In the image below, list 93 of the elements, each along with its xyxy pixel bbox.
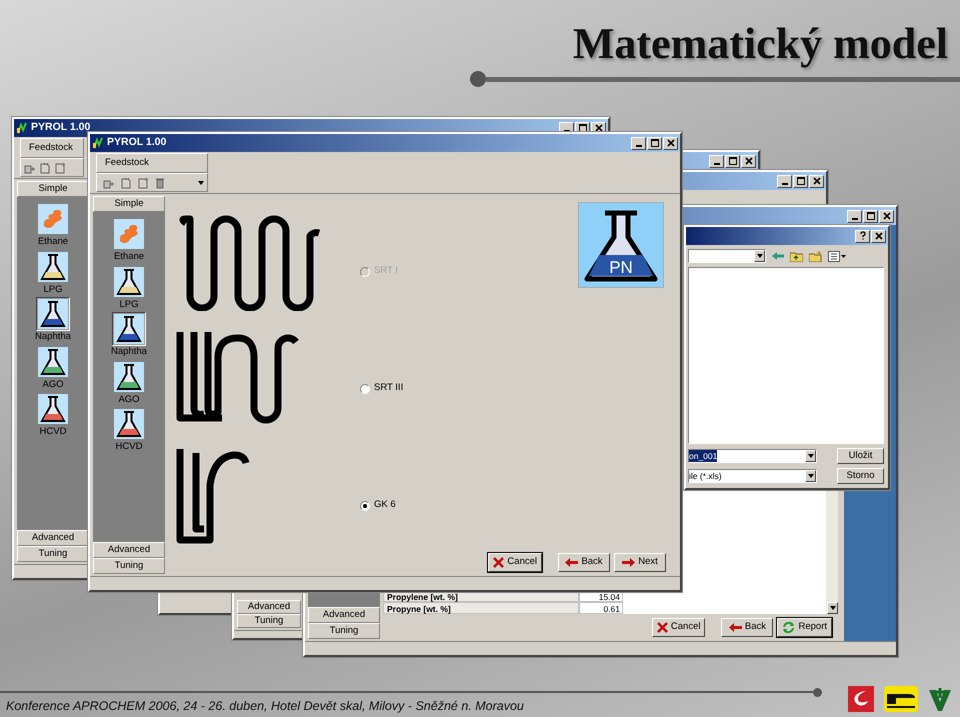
new-folder-icon[interactable]	[809, 250, 822, 262]
arrow-right-icon	[622, 558, 636, 567]
caret-icon[interactable]	[808, 454, 814, 458]
app-icon	[92, 137, 104, 149]
feedstock-label: Naphtha	[111, 347, 147, 356]
v-logo	[928, 686, 952, 712]
caret-icon[interactable]	[808, 474, 814, 478]
caret-icon[interactable]	[756, 254, 762, 258]
folder-up-icon[interactable]	[790, 250, 803, 262]
dialog-button[interactable]: Storno	[837, 468, 884, 484]
action-button[interactable]: Back	[721, 618, 774, 637]
cancel-icon	[493, 557, 504, 568]
document-icon[interactable]	[39, 162, 51, 174]
maximize-button[interactable]	[793, 174, 808, 188]
feedstock-tab[interactable]: Feedstock	[20, 138, 84, 158]
minimize-button[interactable]	[709, 154, 724, 168]
feedstock-label: Ethane	[38, 237, 68, 246]
sidebar-tab[interactable]: Advanced	[308, 607, 380, 623]
sidebar-tab[interactable]: Advanced	[237, 600, 301, 614]
close-button[interactable]	[809, 174, 824, 188]
maximize-icon	[578, 123, 588, 133]
close-button[interactable]	[663, 136, 678, 150]
trash-icon[interactable]	[154, 176, 166, 188]
feedstock-label: Ethane	[114, 252, 144, 262]
coil-radio[interactable]: GK 6	[360, 498, 396, 513]
minimize-button[interactable]	[777, 174, 792, 188]
close-icon	[882, 211, 892, 221]
minimize-button[interactable]	[847, 210, 862, 222]
feedstock-label: AGO	[42, 380, 64, 389]
feedstock-tab[interactable]: Feedstock	[96, 153, 208, 173]
action-button[interactable]: Back	[558, 553, 610, 572]
minimize-icon	[782, 183, 788, 185]
caret-icon[interactable]	[198, 180, 204, 184]
dialog-button[interactable]: Uložit	[837, 448, 884, 464]
close-icon	[874, 231, 884, 241]
sidebar-tab[interactable]: Tuning	[308, 623, 380, 639]
minimize-icon	[714, 163, 720, 165]
maximize-button[interactable]	[863, 210, 878, 222]
action-button[interactable]: Report	[777, 618, 832, 637]
swoosh-logo	[848, 686, 874, 712]
close-icon	[812, 176, 822, 186]
minimize-icon	[852, 218, 858, 220]
maximize-icon	[650, 138, 660, 148]
maximize-icon	[866, 211, 876, 221]
cancel-icon	[656, 622, 668, 633]
close-button[interactable]	[871, 230, 886, 242]
slide-title: Matematický model	[572, 22, 949, 66]
feedstock-label: AGO	[118, 394, 140, 404]
feedstock-label: HCVD	[40, 427, 66, 436]
action-button[interactable]: Cancel	[488, 553, 542, 572]
feedstock-label: LPG	[119, 300, 138, 309]
coil-radio[interactable]: SRT III	[360, 381, 404, 396]
caret-icon[interactable]	[830, 606, 836, 610]
arrow-left-icon	[728, 623, 742, 632]
table-cell: 0.61	[579, 602, 623, 614]
app-icon	[16, 122, 28, 134]
maximize-icon	[728, 156, 738, 166]
help-button[interactable]	[855, 230, 870, 242]
action-button[interactable]: Cancel	[652, 618, 706, 637]
feedstock-label: Naphtha	[35, 332, 71, 342]
sidebar-tab[interactable]: Simple	[93, 196, 165, 212]
input-field[interactable]: ile (*.xls)	[688, 469, 817, 483]
document-icon[interactable]	[54, 162, 66, 174]
folder-dropdown[interactable]	[688, 249, 766, 263]
document-icon[interactable]	[137, 176, 149, 188]
document-icon[interactable]	[120, 176, 132, 188]
feedstock-label: HCVD	[116, 442, 142, 452]
table-cell: Propyne [wt. %]	[383, 602, 579, 614]
sidebar-tab[interactable]: Tuning	[93, 558, 165, 574]
maximize-icon	[796, 176, 806, 186]
close-icon	[744, 156, 754, 166]
close-button[interactable]	[879, 210, 894, 222]
view-menu-icon[interactable]	[828, 250, 846, 262]
maximize-button[interactable]	[725, 154, 740, 168]
feedstock-label: LPG	[43, 284, 62, 294]
pointer-logo	[884, 686, 918, 712]
window-title: PYROL 1.00	[107, 135, 166, 150]
close-icon	[666, 138, 676, 148]
minimize-icon	[636, 145, 642, 147]
maximize-button[interactable]	[647, 136, 662, 150]
window-title: PYROL 1.00	[31, 120, 90, 136]
sidebar-tab[interactable]: Advanced	[93, 542, 165, 558]
footer-text: Konference APROCHEM 2006, 24 - 26. duben, Hotel Devět skal, Milovy - Sněžné n. Moravou	[5, 699, 525, 714]
action-button[interactable]: Next	[614, 553, 666, 572]
arrow-left-icon	[565, 558, 578, 567]
flask-label: PN	[609, 258, 633, 277]
sidebar-tab[interactable]: Tuning	[237, 614, 301, 628]
close-icon	[594, 123, 604, 133]
help-icon	[858, 231, 868, 241]
close-button[interactable]	[741, 154, 756, 168]
minimize-button[interactable]	[631, 136, 646, 150]
input-field[interactable]: on_001	[688, 449, 817, 463]
refresh-icon	[782, 621, 796, 634]
